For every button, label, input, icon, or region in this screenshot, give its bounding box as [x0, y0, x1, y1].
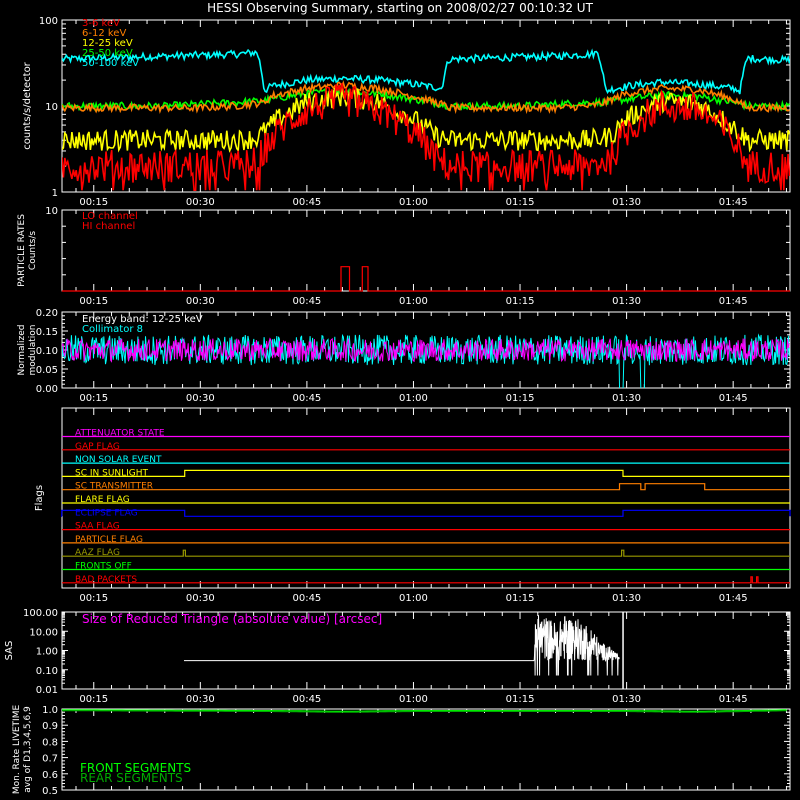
- y-axis-label: Mon. Rate LIVETIME: [12, 705, 22, 795]
- y-axis-label: Normalized: [17, 324, 27, 375]
- x-tick-label: 01:30: [612, 197, 641, 208]
- x-tick-label: 00:15: [79, 694, 108, 705]
- y-tick-label: 10.00: [29, 627, 58, 638]
- y-tick-label: 10: [45, 102, 58, 113]
- legend-entry: 50-100 keV: [82, 58, 139, 69]
- x-tick-label: 01:15: [506, 296, 535, 307]
- x-tick-label: 00:15: [79, 197, 108, 208]
- y-axis-label: Flags: [34, 485, 45, 511]
- legend-entry: Collimator 8: [82, 324, 143, 335]
- x-tick-label: 00:30: [186, 694, 215, 705]
- y-tick-label: 0.8: [42, 737, 58, 748]
- y-tick-label: 0.10: [36, 346, 58, 357]
- x-tick-label: 00:45: [292, 197, 321, 208]
- x-tick-label: 01:00: [399, 593, 428, 604]
- x-tick-label: 01:45: [719, 296, 748, 307]
- y-tick-label: 0.5: [42, 786, 58, 797]
- observing-summary-chart: HESSI Observing Summary, starting on 200…: [0, 0, 800, 800]
- y-tick-label: 0.15: [36, 327, 58, 338]
- y-tick-label: 100: [39, 16, 58, 27]
- y-axis-label: avg of D1,3,4,5,6,9: [23, 706, 33, 793]
- sas-annotation: Size of Reduced Triangle (absolute value…: [82, 612, 382, 626]
- x-tick-label: 00:15: [79, 296, 108, 307]
- x-tick-label: 01:30: [612, 296, 641, 307]
- y-tick-label: 0.00: [36, 384, 58, 395]
- x-tick-label: 01:45: [719, 694, 748, 705]
- y-tick-label: 1.0: [42, 705, 58, 716]
- x-tick-label: 00:30: [186, 593, 215, 604]
- y-tick-label: 0.6: [42, 770, 58, 781]
- x-tick-label: 01:45: [719, 393, 748, 404]
- y-tick-label: 100.00: [23, 608, 58, 619]
- x-tick-label: 01:30: [612, 393, 641, 404]
- x-tick-label: 01:30: [612, 694, 641, 705]
- x-tick-label: 00:30: [186, 197, 215, 208]
- x-tick-label: 00:45: [292, 296, 321, 307]
- x-tick-label: 00:15: [79, 593, 108, 604]
- x-tick-label: 01:00: [399, 694, 428, 705]
- y-tick-label: 0.7: [42, 754, 58, 765]
- x-tick-label: 00:30: [186, 393, 215, 404]
- chart-title: HESSI Observing Summary, starting on 200…: [207, 1, 593, 15]
- x-tick-label: 01:15: [506, 593, 535, 604]
- x-tick-label: 01:00: [399, 296, 428, 307]
- x-tick-label: 01:15: [506, 694, 535, 705]
- y-tick-label: 0.9: [42, 721, 58, 732]
- x-tick-label: 00:15: [79, 393, 108, 404]
- y-axis-label: SAS: [4, 641, 15, 661]
- y-axis-label: Counts/s: [28, 231, 38, 270]
- x-tick-label: 01:00: [399, 393, 428, 404]
- x-tick-label: 00:45: [292, 593, 321, 604]
- y-tick-label: 0.10: [36, 666, 58, 677]
- y-tick-label: 1: [52, 188, 58, 199]
- y-axis-label: PARTICLE RATES: [17, 214, 27, 287]
- x-tick-label: 01:15: [506, 393, 535, 404]
- y-axis-label: modulation: [28, 325, 38, 376]
- y-tick-label: 0.05: [36, 365, 58, 376]
- legend-entry: HI channel: [82, 221, 135, 232]
- y-axis-label: counts/s/detector: [22, 61, 33, 149]
- y-tick-label: 10: [45, 206, 58, 217]
- y-tick-label: 1.00: [36, 647, 58, 658]
- x-tick-label: 01:00: [399, 197, 428, 208]
- x-tick-label: 00:45: [292, 694, 321, 705]
- y-tick-label: 0.20: [36, 308, 58, 319]
- x-tick-label: 00:45: [292, 393, 321, 404]
- legend-entry: REAR SEGMENTS: [80, 771, 183, 785]
- y-tick-label: 0.01: [36, 685, 58, 696]
- x-tick-label: 01:30: [612, 593, 641, 604]
- x-tick-label: 01:15: [506, 197, 535, 208]
- x-tick-label: 01:45: [719, 197, 748, 208]
- x-tick-label: 01:45: [719, 593, 748, 604]
- x-tick-label: 00:30: [186, 296, 215, 307]
